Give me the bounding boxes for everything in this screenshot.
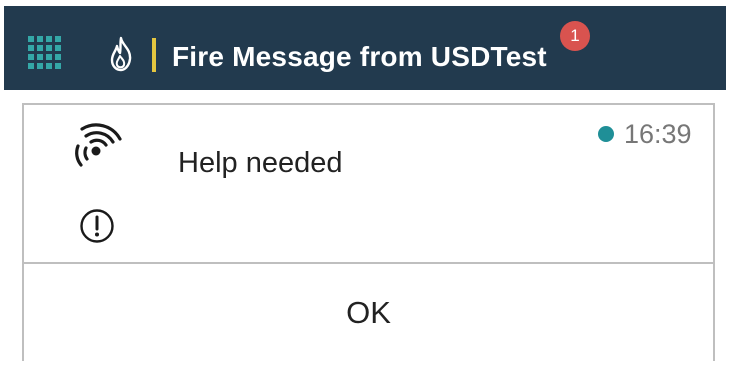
message-content: Help needed 16:39 [24,105,713,264]
message-text: Help needed [178,147,343,179]
apps-grid-icon[interactable] [28,36,62,70]
dialog-title: Fire Message from USDTest [172,41,547,72]
exclamation-circle-icon [80,209,114,243]
dialog-header: Fire Message from USDTest 1 [4,6,726,90]
status-dot [598,126,614,142]
notification-badge: 1 [560,21,590,51]
radio-signal-icon [75,123,122,167]
fire-message-dialog: Fire Message from USDTest 1 Help needed … [0,0,734,372]
ok-button[interactable]: OK [24,264,713,361]
message-time: 16:39 [624,119,692,149]
title-divider [152,38,156,72]
message-card: Help needed 16:39 OK [22,103,715,361]
flame-icon [110,36,132,72]
